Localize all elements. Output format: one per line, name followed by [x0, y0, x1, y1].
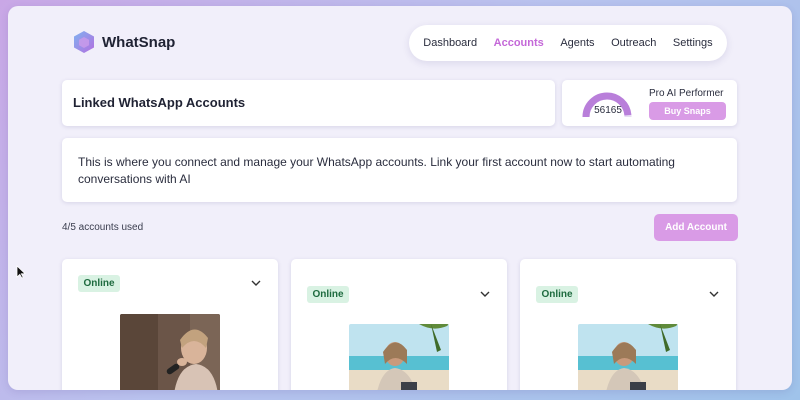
title-card: Linked WhatsApp Accounts [62, 80, 555, 126]
chevron-down-icon[interactable] [479, 290, 491, 298]
nav-outreach[interactable]: Outreach [611, 37, 656, 49]
brand-name: WhatSnap [102, 33, 176, 51]
app-window: WhatSnap Dashboard Accounts Agents Outre… [8, 6, 792, 390]
nav-settings[interactable]: Settings [673, 37, 713, 49]
profile-photo [120, 314, 220, 390]
chevron-down-icon[interactable] [708, 290, 720, 298]
info-text: This is where you connect and manage you… [78, 155, 675, 186]
account-card[interactable]: Online [62, 259, 278, 390]
hexagon-logo-icon [74, 31, 94, 53]
nav-agents[interactable]: Agents [560, 37, 594, 49]
profile-photo [578, 324, 678, 390]
status-badge: Online [78, 275, 120, 292]
page-title: Linked WhatsApp Accounts [73, 95, 246, 110]
status-badge: Online [307, 286, 349, 303]
buy-snaps-button[interactable]: Buy Snaps [649, 102, 726, 120]
account-card[interactable]: Online [520, 259, 736, 390]
profile-photo [349, 324, 449, 390]
chevron-down-icon[interactable] [250, 279, 262, 287]
info-card: This is where you connect and manage you… [62, 138, 737, 202]
mouse-cursor-icon [16, 265, 26, 279]
top-nav: Dashboard Accounts Agents Outreach Setti… [409, 25, 727, 61]
account-card[interactable]: Online [291, 259, 507, 390]
add-account-button[interactable]: Add Account [654, 214, 738, 241]
performance-label: Pro AI Performer [649, 88, 724, 99]
gauge-value: 56165 [594, 105, 622, 116]
nav-accounts[interactable]: Accounts [494, 37, 544, 49]
performance-card: 56165 Pro AI Performer Buy Snaps [562, 80, 737, 126]
nav-dashboard[interactable]: Dashboard [423, 37, 477, 49]
brand-logo[interactable]: WhatSnap [72, 30, 175, 54]
status-badge: Online [536, 286, 578, 303]
accounts-usage: 4/5 accounts used [62, 222, 144, 233]
